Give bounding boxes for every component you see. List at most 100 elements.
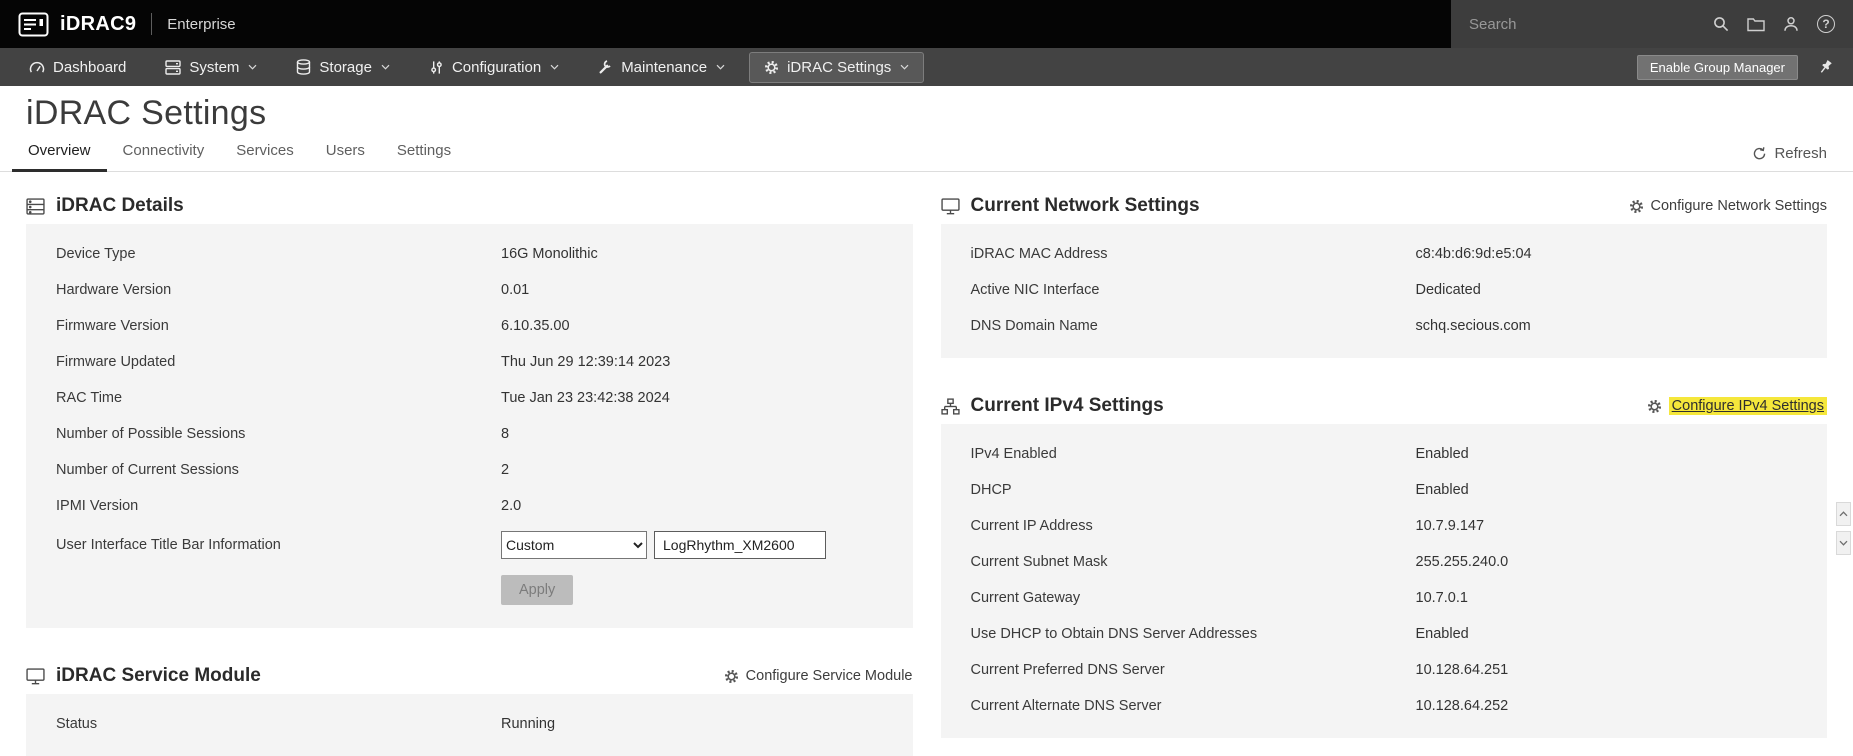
page-title: iDRAC Settings [26, 94, 267, 132]
detail-row: Number of Current Sessions 2 [26, 452, 913, 488]
row-value: 16G Monolithic [501, 246, 598, 263]
nav-label: System [189, 58, 240, 76]
refresh-button[interactable]: Refresh [1752, 145, 1827, 171]
main-nav: Dashboard System Storage Configuration M… [0, 48, 1853, 86]
row-label: IPMI Version [56, 498, 139, 515]
nav-right: Enable Group Manager [1636, 54, 1839, 80]
detail-row: RAC Time Tue Jan 23 23:42:38 2024 [26, 380, 913, 416]
row-label: Firmware Updated [56, 354, 176, 371]
nav-label: Maintenance [621, 58, 708, 76]
detail-row: Current IP Address 10.7.9.147 [941, 508, 1828, 544]
nav-item-maintenance[interactable]: Maintenance [583, 52, 740, 83]
apply-button[interactable]: Apply [501, 575, 574, 606]
scrollbar[interactable] [1836, 502, 1851, 555]
tab-connectivity[interactable]: Connectivity [107, 135, 221, 172]
row-label: Device Type [56, 246, 136, 263]
detail-row: Device Type 16G Monolithic [26, 236, 913, 272]
row-value: Dedicated [1415, 282, 1481, 299]
chevron-down-icon [248, 64, 257, 70]
card-title: iDRAC Details [56, 195, 184, 217]
detail-row: Firmware Version 6.10.35.00 [26, 308, 913, 344]
search-input[interactable] [1469, 15, 1695, 33]
detail-row: DNS Domain Name schq.secious.com [941, 308, 1828, 344]
row-label: Current Alternate DNS Server [970, 698, 1162, 715]
topbar-right-panel: ? [1451, 0, 1853, 48]
apply-row: Apply [26, 566, 913, 614]
pin-icon[interactable] [1815, 56, 1837, 78]
chevron-down-icon [900, 64, 909, 70]
nav-item-storage[interactable]: Storage [281, 52, 405, 83]
row-value: 8 [501, 426, 510, 443]
card-title: Current Network Settings [970, 195, 1200, 217]
row-label: Current IP Address [970, 518, 1093, 535]
row-label: Use DHCP to Obtain DNS Server Addresses [970, 626, 1258, 643]
folder-icon[interactable] [1747, 17, 1765, 32]
tab-overview[interactable]: Overview [12, 135, 107, 173]
detail-row: Current Subnet Mask 255.255.240.0 [941, 544, 1828, 580]
row-value: 6.10.35.00 [501, 318, 570, 335]
card-header: Current IPv4 Settings Configure IPv4 Set… [940, 388, 1827, 424]
card-idrac-details: iDRAC Details Device Type 16G Monolithic… [26, 188, 913, 629]
wrench-icon [598, 59, 613, 75]
card-title: Current IPv4 Settings [970, 395, 1164, 417]
card-header: iDRAC Service Module Configure Service M… [26, 658, 913, 694]
tab-users[interactable]: Users [310, 135, 381, 172]
card-current-ipv4-settings: Current IPv4 Settings Configure IPv4 Set… [940, 388, 1828, 739]
title-bar-info-input[interactable] [654, 531, 826, 560]
row-value: 10.128.64.251 [1415, 662, 1509, 679]
card-header: Current Network Settings Configure Netwo… [940, 188, 1828, 224]
detail-row: Use DHCP to Obtain DNS Server Addresses … [941, 616, 1828, 652]
database-icon [296, 59, 311, 75]
detail-row: Current Gateway 10.7.0.1 [941, 580, 1828, 616]
action-label-highlighted: Configure IPv4 Settings [1668, 397, 1827, 416]
card-header: iDRAC Details [26, 188, 913, 224]
configure-ipv4-settings-link[interactable]: Configure IPv4 Settings [1647, 397, 1827, 416]
nav-item-configuration[interactable]: Configuration [414, 52, 574, 83]
right-column: Current Network Settings Configure Netwo… [940, 188, 1828, 756]
row-label: Number of Current Sessions [56, 462, 239, 479]
top-bar: iDRAC9 Enterprise ? [0, 0, 1853, 48]
nav-label: Storage [319, 58, 372, 76]
detail-row: Number of Possible Sessions 8 [26, 416, 913, 452]
title-bar-info-select[interactable]: Custom [501, 531, 647, 560]
card-title: iDRAC Service Module [56, 665, 261, 687]
gear-icon [764, 60, 779, 75]
row-value: Thu Jun 29 12:39:14 2023 [501, 354, 671, 371]
scroll-up-button[interactable] [1836, 502, 1851, 526]
nav-item-system[interactable]: System [150, 52, 272, 83]
tab-settings[interactable]: Settings [381, 135, 467, 172]
row-value: Enabled [1415, 446, 1469, 463]
configure-service-module-link[interactable]: Configure Service Module [724, 668, 913, 684]
row-value: Enabled [1415, 626, 1469, 643]
configure-network-settings-link[interactable]: Configure Network Settings [1629, 198, 1828, 215]
scroll-down-button[interactable] [1836, 531, 1851, 555]
row-label: DNS Domain Name [970, 318, 1098, 335]
detail-row: Current Alternate DNS Server 10.128.64.2… [941, 688, 1828, 724]
user-icon[interactable] [1783, 16, 1799, 32]
tabs-bar: Overview Connectivity Services Users Set… [0, 135, 1853, 173]
action-label: Configure Network Settings [1650, 198, 1828, 215]
title-bar-controls: Custom [501, 531, 826, 560]
brand-divider [151, 13, 153, 35]
row-value: Tue Jan 23 23:42:38 2024 [501, 390, 670, 407]
row-label: Active NIC Interface [970, 282, 1100, 299]
monitor-icon [26, 668, 45, 685]
search-icon[interactable] [1713, 16, 1729, 32]
enable-group-manager-button[interactable]: Enable Group Manager [1636, 54, 1798, 80]
brand-edition: Enterprise [167, 15, 236, 33]
row-value: 10.7.0.1 [1415, 590, 1468, 607]
row-label: Current Subnet Mask [970, 554, 1108, 571]
row-label: Hardware Version [56, 282, 172, 299]
help-icon[interactable]: ? [1817, 15, 1835, 33]
detail-row: iDRAC MAC Address c8:4b:d6:9d:e5:04 [941, 236, 1828, 272]
nav-item-idrac-settings[interactable]: iDRAC Settings [749, 51, 925, 83]
nav-item-dashboard[interactable]: Dashboard [14, 52, 141, 83]
server-icon [165, 59, 182, 75]
nav-label: iDRAC Settings [787, 58, 892, 76]
content-area: iDRAC Details Device Type 16G Monolithic… [0, 172, 1853, 756]
refresh-label: Refresh [1774, 145, 1827, 163]
row-value: Enabled [1415, 482, 1469, 499]
row-value: 10.128.64.252 [1415, 698, 1509, 715]
tab-services[interactable]: Services [220, 135, 310, 172]
card-body: Device Type 16G Monolithic Hardware Vers… [26, 224, 913, 629]
